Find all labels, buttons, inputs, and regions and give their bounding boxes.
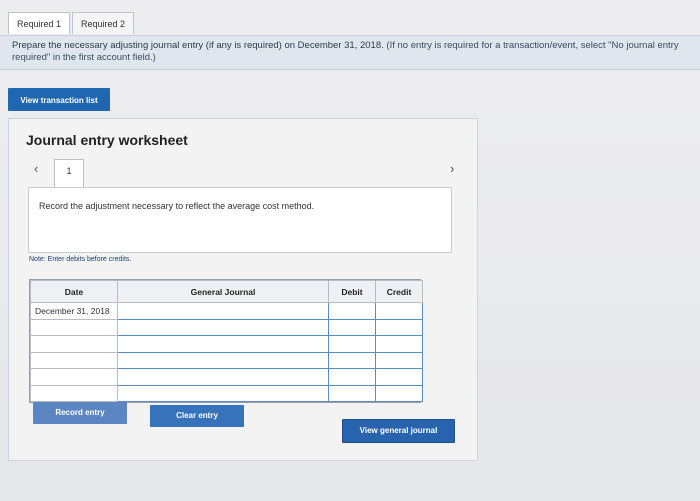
view-transaction-list-button[interactable]: View transaction list bbox=[8, 88, 110, 111]
date-cell bbox=[30, 368, 118, 386]
page: Required 1 Required 2 Prepare the necess… bbox=[0, 0, 700, 501]
tab-required-2[interactable]: Required 2 bbox=[72, 12, 135, 34]
tab-bar: Required 1 Required 2 bbox=[8, 12, 136, 34]
account-field[interactable] bbox=[117, 318, 329, 336]
instructions-banner: Prepare the necessary adjusting journal … bbox=[0, 35, 700, 70]
record-entry-button[interactable]: Record entry bbox=[33, 402, 127, 424]
journal-row bbox=[30, 335, 423, 353]
next-arrow-icon[interactable]: › bbox=[450, 161, 454, 176]
account-field[interactable] bbox=[117, 351, 329, 369]
credit-field[interactable] bbox=[375, 318, 423, 336]
account-field[interactable] bbox=[117, 368, 329, 386]
tab-required-1[interactable]: Required 1 bbox=[8, 12, 71, 34]
debit-field[interactable] bbox=[328, 384, 376, 402]
previous-arrow-icon[interactable]: ‹ bbox=[34, 161, 38, 176]
journal-entry-worksheet: Journal entry worksheet ‹ 1 › Record the… bbox=[8, 118, 478, 461]
instructions-text: Prepare the necessary adjusting journal … bbox=[12, 40, 384, 51]
journal-table: Date General Journal Debit Credit Decemb… bbox=[29, 279, 423, 403]
journal-row bbox=[30, 368, 423, 386]
credit-field[interactable] bbox=[375, 302, 423, 320]
view-general-journal-button[interactable]: View general journal bbox=[342, 419, 455, 443]
worksheet-title: Journal entry worksheet bbox=[26, 132, 188, 148]
debit-field[interactable] bbox=[328, 351, 376, 369]
debit-field[interactable] bbox=[328, 335, 376, 353]
column-header-credit: Credit bbox=[375, 280, 423, 303]
column-header-general-journal: General Journal bbox=[117, 280, 329, 303]
account-field[interactable] bbox=[117, 302, 329, 320]
entry-description: Record the adjustment necessary to refle… bbox=[28, 187, 452, 253]
journal-row bbox=[30, 384, 423, 402]
entry-note: Note: Enter debits before credits. bbox=[29, 256, 132, 263]
credit-field[interactable] bbox=[375, 351, 423, 369]
date-cell bbox=[30, 318, 118, 336]
debit-field[interactable] bbox=[328, 302, 376, 320]
journal-row: December 31, 2018 bbox=[30, 302, 423, 320]
debit-field[interactable] bbox=[328, 368, 376, 386]
credit-field[interactable] bbox=[375, 384, 423, 402]
clear-entry-button[interactable]: Clear entry bbox=[150, 405, 244, 427]
date-cell bbox=[30, 384, 118, 402]
column-header-date: Date bbox=[30, 280, 118, 303]
journal-row bbox=[30, 351, 423, 369]
date-cell bbox=[30, 351, 118, 369]
date-cell: December 31, 2018 bbox=[30, 302, 118, 320]
date-cell bbox=[30, 335, 118, 353]
credit-field[interactable] bbox=[375, 368, 423, 386]
entry-description-text: Record the adjustment necessary to refle… bbox=[39, 201, 315, 211]
step-tab-1[interactable]: 1 bbox=[54, 159, 84, 187]
account-field[interactable] bbox=[117, 335, 329, 353]
journal-row bbox=[30, 318, 423, 336]
column-header-debit: Debit bbox=[328, 280, 376, 303]
credit-field[interactable] bbox=[375, 335, 423, 353]
debit-field[interactable] bbox=[328, 318, 376, 336]
account-field[interactable] bbox=[117, 384, 329, 402]
